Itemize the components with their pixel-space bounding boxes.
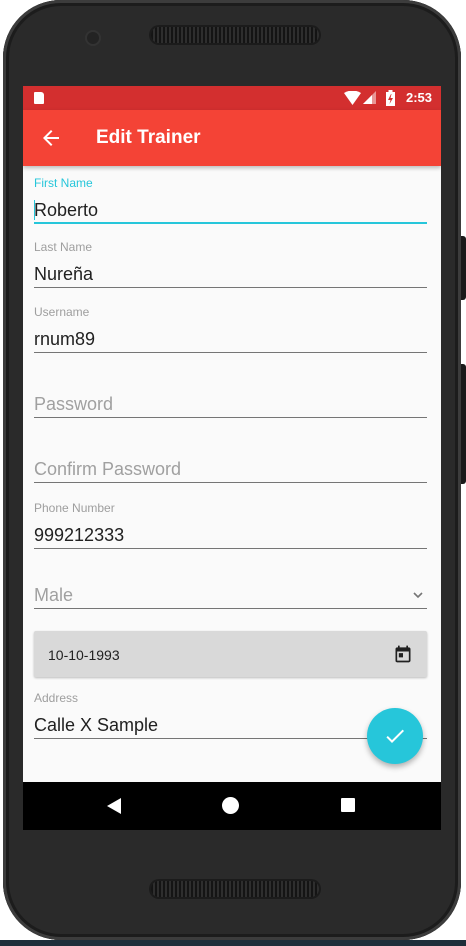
status-bar: 2:53 <box>23 86 441 110</box>
bottom-edge <box>0 940 466 946</box>
calendar-icon[interactable] <box>393 644 413 664</box>
phone-number-field[interactable]: Phone Number 999212333 <box>34 501 427 549</box>
nav-back-icon[interactable] <box>107 798 121 814</box>
app-screen: 2:53 Edit Trainer First Name Roberto Las… <box>23 86 441 830</box>
username-value[interactable]: rnum89 <box>34 329 95 350</box>
first-name-value[interactable]: Roberto <box>34 200 98 221</box>
check-icon <box>386 729 404 743</box>
top-speaker <box>151 27 319 43</box>
username-label: Username <box>34 305 90 319</box>
front-camera <box>87 32 99 44</box>
phone-number-value[interactable]: 999212333 <box>34 525 124 546</box>
gender-select[interactable]: Male <box>34 583 427 609</box>
last-name-value[interactable]: Nureña <box>34 264 93 285</box>
page-title: Edit Trainer <box>96 127 201 148</box>
confirm-password-underline <box>34 482 427 483</box>
chevron-down-icon[interactable] <box>413 592 423 599</box>
confirm-password-placeholder[interactable]: Confirm Password <box>34 459 181 480</box>
first-name-label: First Name <box>34 176 93 190</box>
power-button <box>461 236 466 300</box>
system-nav-bar <box>23 782 441 830</box>
username-underline <box>34 352 427 353</box>
battery-icon <box>386 90 395 106</box>
save-fab-button[interactable] <box>367 708 423 764</box>
last-name-label: Last Name <box>34 240 93 254</box>
password-field[interactable]: Password <box>34 392 427 418</box>
wifi-icon <box>344 91 361 105</box>
gender-selected-value[interactable]: Male <box>34 585 73 606</box>
phone-number-label: Phone Number <box>34 501 115 515</box>
phone-number-underline <box>34 548 427 549</box>
bottom-speaker <box>151 881 319 897</box>
app-toolbar: Edit Trainer <box>23 110 441 166</box>
first-name-text: Roberto <box>34 200 99 220</box>
signal-icon <box>363 91 376 104</box>
nav-recents-icon[interactable] <box>341 798 355 812</box>
password-placeholder[interactable]: Password <box>34 394 113 415</box>
username-field[interactable]: Username rnum89 <box>34 305 427 353</box>
last-name-underline <box>34 287 427 288</box>
address-value[interactable]: Calle X Sample <box>34 715 158 736</box>
first-name-underline <box>34 222 427 224</box>
birth-date-picker[interactable]: 10-10-1993 <box>34 631 427 677</box>
gender-underline <box>34 608 427 609</box>
sd-card-icon <box>34 92 44 104</box>
last-name-field[interactable]: Last Name Nureña <box>34 240 427 288</box>
birth-date-value: 10-10-1993 <box>48 647 120 663</box>
address-label: Address <box>34 691 79 705</box>
arrow-back-icon[interactable] <box>39 126 63 150</box>
volume-button <box>461 364 466 484</box>
password-underline <box>34 417 427 418</box>
confirm-password-field[interactable]: Confirm Password <box>34 457 427 483</box>
status-time: 2:53 <box>405 90 432 105</box>
nav-home-icon[interactable] <box>222 797 239 814</box>
first-name-field[interactable]: First Name Roberto <box>34 176 427 224</box>
